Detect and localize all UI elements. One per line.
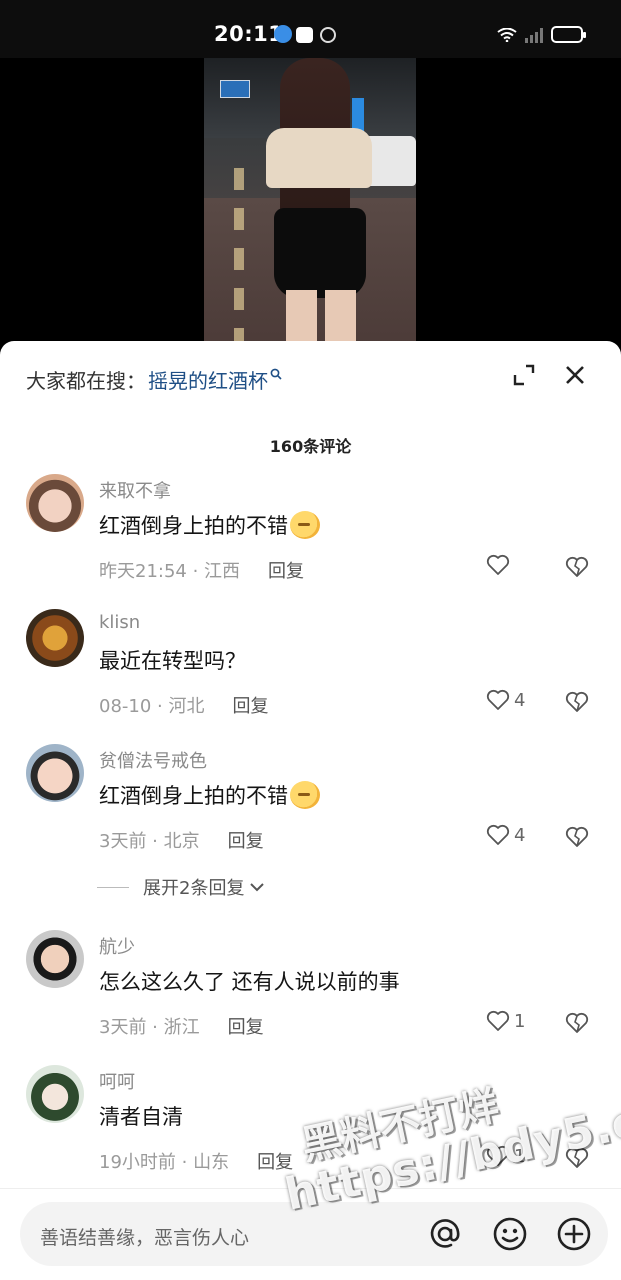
comment-item: 呵呵 清者自清 19小时前 · 山东 回复 1	[0, 1065, 621, 1185]
emoji-icon[interactable]	[492, 1216, 528, 1252]
heart-icon	[486, 1145, 510, 1166]
comment-item: 航少 怎么这么久了 还有人说以前的事 3天前 · 浙江 回复 1	[0, 930, 621, 1050]
like-count: 1	[514, 1010, 526, 1032]
mention-icon[interactable]	[427, 1216, 463, 1252]
expand-icon[interactable]	[512, 363, 536, 387]
heart-icon	[486, 689, 510, 710]
broken-heart-icon[interactable]	[565, 555, 589, 579]
comment-meta: 3天前 · 浙江 回复	[99, 1017, 264, 1038]
trending-search-prefix: 大家都在搜：	[26, 369, 146, 393]
comment-author[interactable]: 呵呵	[99, 1068, 135, 1094]
hotspot-icon	[320, 27, 336, 43]
comment-item: klisn 最近在转型吗？ 08-10 · 河北 回复 4	[0, 609, 621, 729]
like-button[interactable]: 4	[486, 689, 525, 711]
video-frame	[204, 58, 416, 358]
comment-meta: 08-10 · 河北 回复	[99, 696, 269, 717]
comment-input[interactable]: 善语结善缘，恶言伤人心	[20, 1202, 608, 1266]
like-button[interactable]: 1	[486, 1145, 525, 1167]
input-divider	[0, 1188, 621, 1189]
reply-button[interactable]: 回复	[232, 696, 268, 717]
reply-button[interactable]: 回复	[228, 831, 264, 852]
close-icon[interactable]	[563, 363, 587, 387]
thinking-emoji-icon	[290, 781, 320, 809]
avatar[interactable]	[26, 930, 84, 988]
avatar[interactable]	[26, 474, 84, 532]
like-button[interactable]: 1	[486, 1010, 525, 1032]
heart-icon	[486, 1010, 510, 1031]
chevron-down-icon	[250, 883, 265, 892]
search-icon	[270, 368, 282, 380]
comment-text: 清者自清	[99, 1105, 183, 1129]
comments-sheet: 大家都在搜： 摇晃的红酒杯 160条评论 来取不拿 红酒倒身上拍的不错 昨天21…	[0, 341, 621, 1280]
comment-text: 红酒倒身上拍的不错	[99, 510, 320, 540]
comment-item: 贫僧法号戒色 红酒倒身上拍的不错 3天前 · 北京 回复 4	[0, 744, 621, 864]
cellular-signal-icon	[525, 27, 543, 43]
reply-button[interactable]: 回复	[228, 1017, 264, 1038]
comment-item: 来取不拿 红酒倒身上拍的不错 昨天21:54 · 江西 回复	[0, 474, 621, 594]
broken-heart-icon[interactable]	[565, 1146, 589, 1170]
heart-icon	[486, 554, 510, 575]
like-button[interactable]	[486, 554, 514, 576]
app-notification-icon	[296, 27, 313, 43]
comment-meta: 19小时前 · 山东 回复	[99, 1152, 294, 1173]
wifi-icon	[497, 27, 517, 42]
avatar[interactable]	[26, 1065, 84, 1123]
expand-replies-button[interactable]: 展开2条回复	[97, 874, 266, 900]
comment-meta: 昨天21:54 · 江西 回复	[99, 561, 305, 582]
reply-button[interactable]: 回复	[257, 1152, 293, 1173]
video-player[interactable]	[0, 58, 621, 358]
like-button[interactable]: 4	[486, 824, 525, 846]
avatar[interactable]	[26, 609, 84, 667]
heart-icon	[486, 824, 510, 845]
divider	[97, 886, 129, 888]
like-count: 4	[514, 689, 526, 711]
comment-author[interactable]: klisn	[99, 612, 140, 633]
trending-search-link[interactable]: 摇晃的红酒杯	[148, 365, 268, 394]
battery-icon	[551, 26, 586, 43]
broken-heart-icon[interactable]	[565, 1011, 589, 1035]
status-bar: 20:11	[0, 0, 621, 58]
thinking-emoji-icon	[290, 511, 320, 539]
comment-text: 最近在转型吗？	[99, 649, 246, 673]
like-count: 4	[514, 824, 526, 846]
like-count: 1	[514, 1145, 526, 1167]
comment-text: 怎么这么久了 还有人说以前的事	[99, 970, 400, 994]
comment-meta: 3天前 · 北京 回复	[99, 831, 264, 852]
comment-text: 红酒倒身上拍的不错	[99, 780, 320, 810]
broken-heart-icon[interactable]	[565, 825, 589, 849]
comment-author[interactable]: 航少	[99, 933, 135, 959]
comment-author[interactable]: 来取不拿	[99, 477, 171, 503]
broken-heart-icon[interactable]	[565, 690, 589, 714]
trending-search: 大家都在搜： 摇晃的红酒杯	[26, 365, 282, 394]
comment-input-placeholder: 善语结善缘，恶言伤人心	[40, 1227, 250, 1249]
add-icon[interactable]	[556, 1216, 592, 1252]
comment-count: 160条评论	[269, 437, 352, 456]
browser-icon	[274, 25, 292, 43]
avatar[interactable]	[26, 744, 84, 802]
status-time: 20:11	[214, 22, 284, 46]
reply-button[interactable]: 回复	[268, 561, 304, 582]
comment-author[interactable]: 贫僧法号戒色	[99, 747, 207, 773]
